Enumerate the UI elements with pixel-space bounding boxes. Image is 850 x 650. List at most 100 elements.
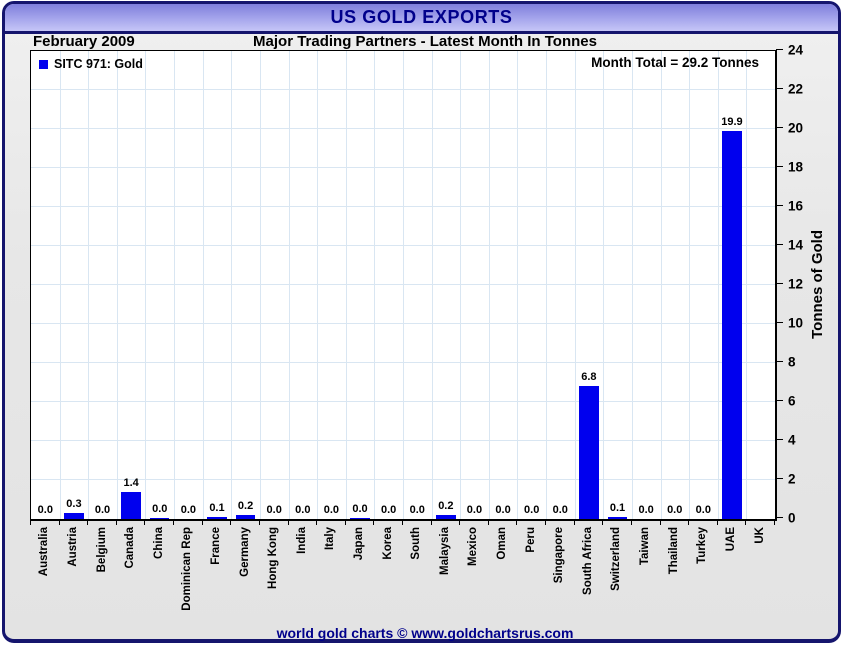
- bar-column: 0.0: [460, 51, 489, 519]
- y-tick-mark: [776, 88, 783, 89]
- bar-column: 0.0: [31, 51, 60, 519]
- x-axis-label-cell: Italy: [316, 527, 345, 627]
- x-tick-mark: [59, 520, 60, 525]
- x-tick-mark: [488, 520, 489, 525]
- x-axis-label: UAE: [724, 527, 737, 552]
- y-tick-mark: [776, 166, 783, 167]
- month-total-annotation: Month Total = 29.2 Tonnes: [591, 55, 759, 70]
- x-axis-label-cell: Austria: [59, 527, 88, 627]
- x-axis-label: Mexico: [467, 527, 480, 566]
- report-date: February 2009: [33, 33, 135, 50]
- y-tick-mark: [776, 244, 783, 245]
- bar-column: 0.2: [231, 51, 260, 519]
- x-axis-label-cell: Oman: [488, 527, 517, 627]
- bar-column: 0.0: [260, 51, 289, 519]
- y-tick-mark: [776, 322, 783, 323]
- bar: [207, 517, 227, 519]
- y-tick-mark: [776, 361, 783, 363]
- y-tick-label: 4: [788, 432, 796, 448]
- x-axis-label: China: [152, 527, 165, 559]
- bar-column: 0.0: [288, 51, 317, 519]
- x-tick-mark: [459, 520, 460, 525]
- page-title: US GOLD EXPORTS: [330, 7, 513, 27]
- bar-column: 0.3: [60, 51, 89, 519]
- x-axis-label-cell: China: [144, 527, 173, 627]
- x-axis-label-cell: Belgium: [87, 527, 116, 627]
- x-axis-label: Japan: [353, 527, 365, 561]
- x-tick-mark: [202, 520, 203, 525]
- bar-column: 0.0: [317, 51, 346, 519]
- x-tick-mark: [173, 520, 174, 525]
- x-tick-mark: [316, 520, 317, 525]
- x-axis-label-cell: Singapore: [545, 527, 574, 627]
- y-axis-title-text: Tonnes of Gold: [808, 229, 826, 339]
- bar-column: 0.1: [603, 51, 632, 519]
- x-tick-mark: [545, 520, 546, 525]
- x-tick-mark: [373, 520, 374, 525]
- bar-column: 0.0: [546, 51, 575, 519]
- legend: SITC 971: Gold: [39, 57, 143, 71]
- bar: [150, 518, 170, 519]
- x-axis-label: Taiwan: [639, 527, 652, 566]
- x-axis-label: France: [209, 527, 222, 565]
- x-axis-label: Oman: [496, 527, 509, 560]
- x-axis-label: Australia: [38, 527, 51, 577]
- x-axis-label: Dominican Rep: [181, 527, 194, 611]
- y-tick-label: 6: [788, 393, 796, 409]
- bar: [579, 386, 599, 519]
- x-tick-mark: [345, 520, 346, 525]
- x-axis-label: Austria: [66, 527, 79, 567]
- x-axis-label: Switzerland: [610, 527, 623, 591]
- x-axis-label: UK: [753, 527, 766, 544]
- bar-column: 1.4: [117, 51, 146, 519]
- x-axis-label-cell: Peru: [516, 527, 545, 627]
- bar-column: 0.0: [517, 51, 546, 519]
- x-tick-mark: [774, 520, 775, 525]
- bar-column: 0.0: [88, 51, 117, 519]
- x-axis-label: South: [410, 527, 423, 560]
- x-tick-mark: [631, 520, 632, 525]
- bar-column: 0.0: [403, 51, 432, 519]
- bar-column: 0.1: [203, 51, 232, 519]
- x-axis-label: Malaysia: [438, 527, 451, 575]
- bar-column: 0.0: [374, 51, 403, 519]
- x-axis-ticks: [30, 520, 776, 525]
- bar-column: 0.0: [346, 51, 375, 519]
- bar-column: 0.0: [489, 51, 518, 519]
- legend-swatch-icon: [39, 59, 48, 69]
- bar-column: 0.0: [660, 51, 689, 519]
- x-tick-mark: [259, 520, 260, 525]
- x-tick-mark: [688, 520, 689, 525]
- x-axis-label: Korea: [381, 527, 394, 560]
- x-axis-label: Peru: [524, 527, 537, 553]
- legend-label: SITC 971: Gold: [54, 57, 143, 71]
- x-axis-label: South Africa: [581, 527, 594, 595]
- bar-column: 0.0: [145, 51, 174, 519]
- y-tick-mark: [776, 478, 783, 480]
- y-tick-mark: [776, 283, 783, 284]
- bar: [722, 130, 742, 519]
- bar: [350, 518, 370, 519]
- x-axis-label-cell: Canada: [116, 527, 145, 627]
- y-axis-title: Tonnes of Gold: [799, 50, 835, 518]
- x-tick-mark: [431, 520, 432, 525]
- x-axis-label-cell: Mexico: [459, 527, 488, 627]
- x-axis-label-cell: Japan: [345, 527, 374, 627]
- x-axis-label: Italy: [324, 527, 337, 551]
- footer-credit: world gold charts © www.goldchartsrus.co…: [276, 625, 574, 641]
- x-axis-label: Turkey: [696, 527, 709, 564]
- bar-series: 0.0 0.3 0.0 1.4 0.0 0.0 0.1 0.2 0.0 0.0 0.0 0.0 0.0 0…: [31, 51, 775, 519]
- x-axis-label-cell: UAE: [717, 527, 746, 627]
- bar-column: 0.0: [632, 51, 661, 519]
- y-tick-mark: [776, 205, 783, 207]
- bar: [607, 517, 628, 519]
- x-tick-mark: [230, 520, 231, 525]
- x-axis-label-cell: Taiwan: [631, 527, 660, 627]
- x-axis-label: Canada: [124, 527, 137, 569]
- x-tick-mark: [717, 520, 718, 525]
- y-tick-mark: [776, 400, 783, 401]
- x-tick-mark: [288, 520, 289, 525]
- x-axis-label-cell: India: [287, 527, 316, 627]
- x-axis-label: Hong Kong: [267, 527, 280, 589]
- x-tick-mark: [574, 520, 575, 525]
